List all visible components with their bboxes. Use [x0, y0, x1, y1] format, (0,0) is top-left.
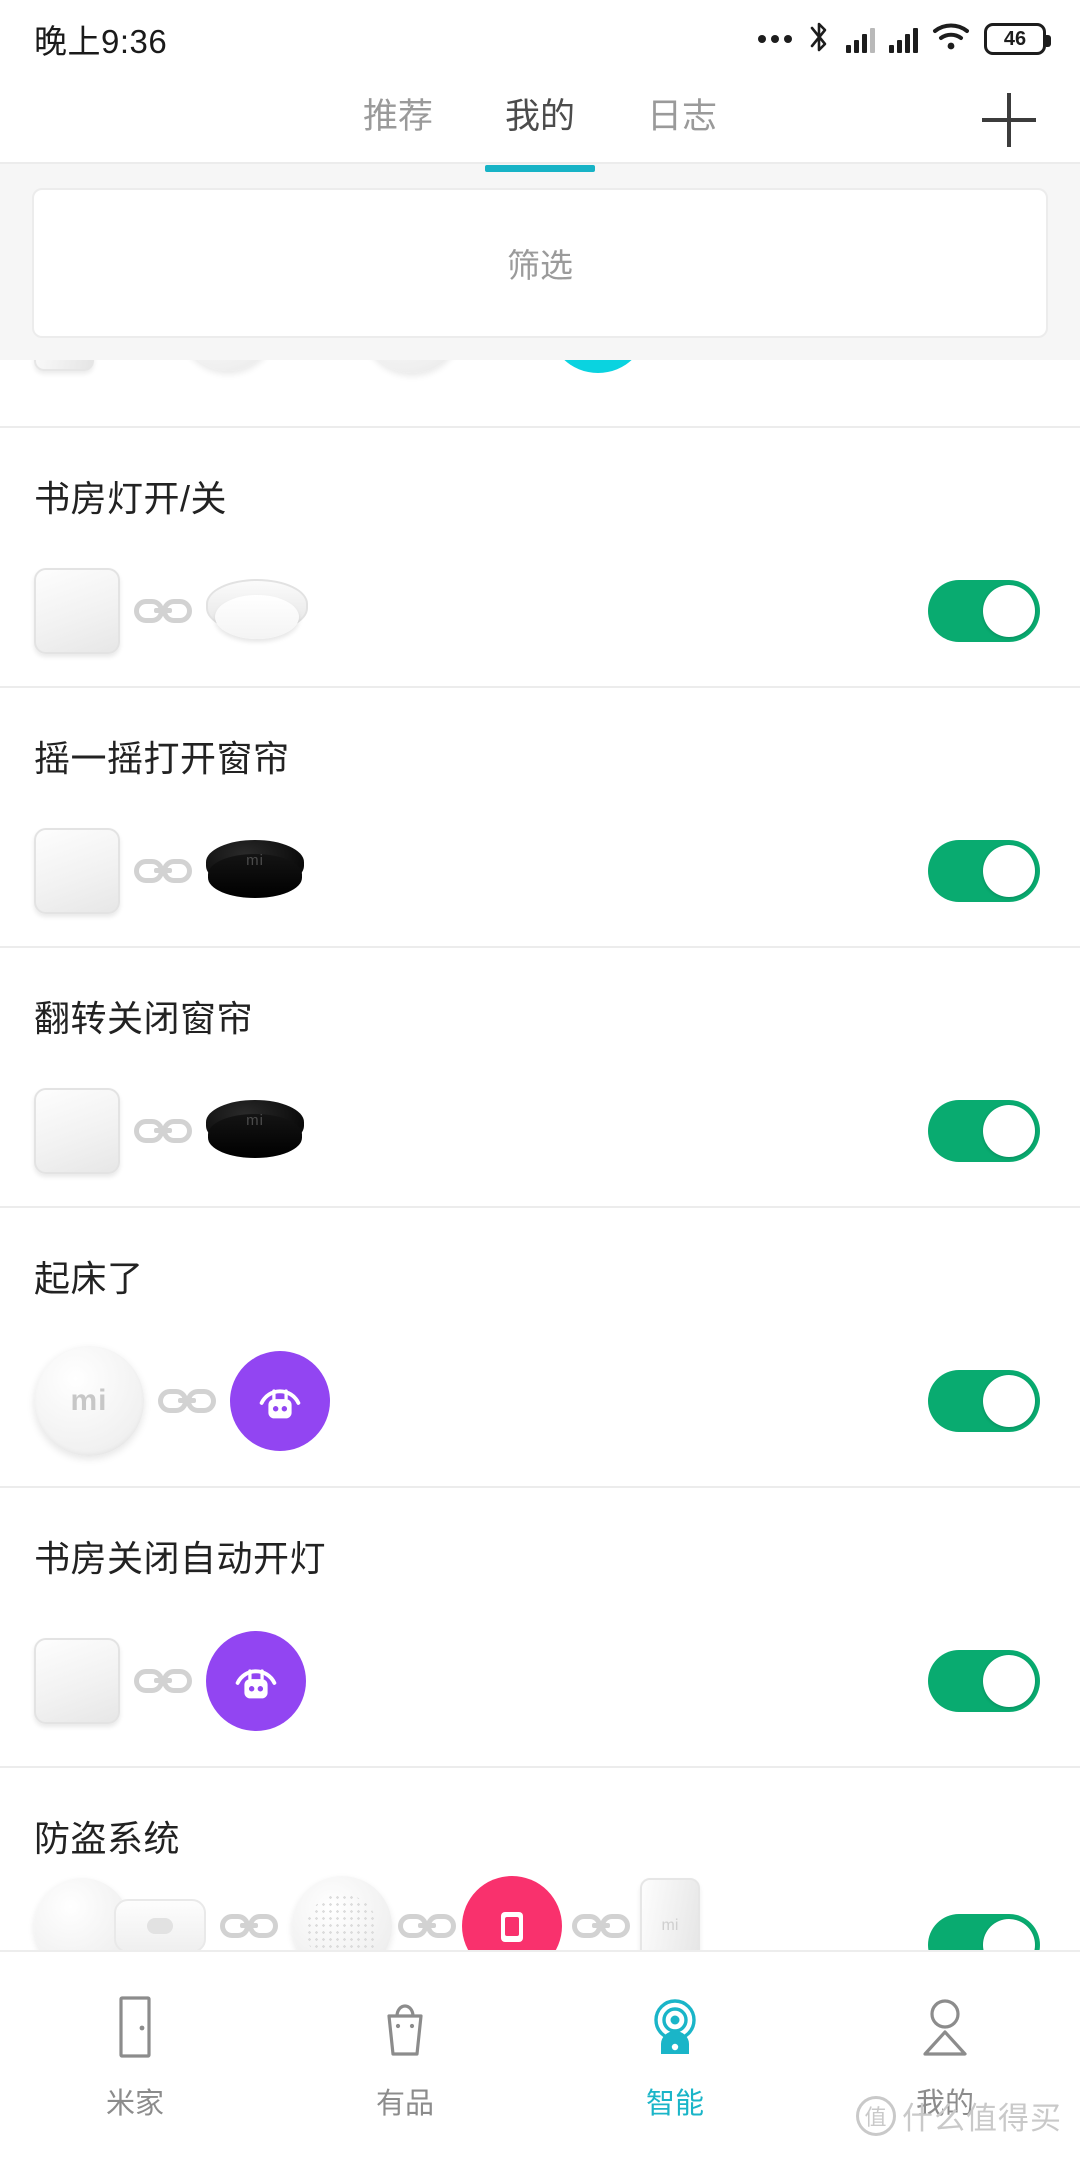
- cyan-circle-icon: [548, 360, 648, 373]
- nav-label: 智能: [645, 2088, 704, 2120]
- scene-toggle[interactable]: [928, 1100, 1040, 1162]
- sensor-round-icon: [180, 360, 276, 371]
- black-puck-icon: mi: [206, 840, 304, 902]
- device-chain: mi: [34, 1346, 330, 1456]
- nav-item-smart[interactable]: 智能: [540, 1990, 810, 2122]
- scene-row[interactable]: 书房灯开/关: [0, 428, 1080, 686]
- scene-title: 起床了: [34, 1258, 144, 1299]
- link-icon: [398, 1906, 456, 1946]
- nav-label: 我的: [915, 2088, 974, 2120]
- scene-title: 翻转关闭窗帘: [34, 998, 254, 1039]
- device-chain: mi: [34, 828, 304, 914]
- shopping-bag-icon: [375, 1990, 435, 2064]
- signal-bars-icon: [846, 25, 875, 53]
- link-icon: [220, 1906, 278, 1946]
- filter-band: 筛选: [0, 164, 1080, 360]
- person-icon: [915, 1990, 975, 2064]
- signal-bars-icon: [889, 25, 918, 53]
- nav-item-profile[interactable]: 我的: [810, 1990, 1080, 2122]
- more-dots-icon: [758, 35, 792, 43]
- tab-mine[interactable]: 我的: [484, 96, 596, 172]
- device-chain: [34, 1631, 306, 1731]
- device-chain: [34, 568, 308, 654]
- mi-button-icon: mi: [34, 1346, 144, 1456]
- ceiling-lamp-icon: [206, 579, 308, 643]
- link-icon: [572, 1906, 630, 1946]
- wifi-icon: [932, 22, 970, 57]
- nav-item-mijia[interactable]: 米家: [0, 1990, 270, 2122]
- status-bar: 晚上9:36 46: [0, 0, 1080, 78]
- black-puck-icon: mi: [206, 1100, 304, 1162]
- camera-icon: [645, 1990, 705, 2064]
- bottom-navigation: 米家 有品 智能 我的: [0, 1950, 1080, 2160]
- link-icon: [134, 1111, 192, 1151]
- scene-title: 书房关闭自动开灯: [34, 1538, 327, 1579]
- ai-assistant-icon: [206, 1631, 306, 1731]
- tab-list: 推荐 我的 日志: [355, 96, 725, 172]
- status-bar-icons: 46: [758, 20, 1051, 59]
- nav-label: 有品: [375, 2088, 434, 2120]
- status-bar-time: 晚上9:36: [34, 23, 168, 60]
- small-pill-icon: [114, 1899, 206, 1953]
- link-icon: [134, 1661, 192, 1701]
- battery-icon: 46: [984, 23, 1051, 55]
- scene-row[interactable]: 摇一摇打开窗帘 mi: [0, 688, 1080, 946]
- bluetooth-icon: [806, 20, 832, 59]
- scene-title: 书房灯开/关: [34, 478, 228, 519]
- scene-toggle[interactable]: [928, 580, 1040, 642]
- nav-label: 米家: [105, 2088, 164, 2120]
- scene-title: 摇一摇打开窗帘: [34, 738, 290, 779]
- tab-recommended[interactable]: 推荐: [355, 96, 441, 144]
- wall-switch-icon: [34, 568, 120, 654]
- scene-list: mi 书房灯开/关 摇一摇打开窗帘: [0, 360, 1080, 1972]
- ai-assistant-icon: [230, 1351, 330, 1451]
- link-icon: [134, 851, 192, 891]
- wall-switch-icon: [34, 1088, 120, 1174]
- scene-toggle[interactable]: [928, 1650, 1040, 1712]
- nav-item-youpin[interactable]: 有品: [270, 1990, 540, 2122]
- wall-switch-icon: [34, 828, 120, 914]
- wall-switch-icon: [34, 1638, 120, 1724]
- door-icon: [105, 1990, 165, 2064]
- sensor-mesh-icon: [362, 360, 462, 373]
- link-icon: [158, 1381, 216, 1421]
- filter-button[interactable]: 筛选: [32, 188, 1048, 338]
- scene-title: 防盗系统: [34, 1818, 181, 1859]
- scene-row[interactable]: 防盗系统 mi: [0, 1768, 1080, 1972]
- scene-toggle[interactable]: [928, 840, 1040, 902]
- header-tabbar: 推荐 我的 日志: [0, 78, 1080, 172]
- scene-toggle[interactable]: [928, 1370, 1040, 1432]
- scene-row[interactable]: 翻转关闭窗帘 mi: [0, 948, 1080, 1206]
- tab-log[interactable]: 日志: [639, 96, 725, 144]
- plug-device-icon: mi: [34, 360, 94, 371]
- device-chain: mi: [34, 360, 648, 373]
- link-icon: [134, 591, 192, 631]
- scene-row[interactable]: 起床了 mi: [0, 1208, 1080, 1486]
- add-scene-button[interactable]: [982, 93, 1036, 147]
- scene-row[interactable]: 书房关闭自动开灯: [0, 1488, 1080, 1766]
- device-chain: mi: [34, 1088, 304, 1174]
- scene-row-clipped-top[interactable]: mi: [0, 360, 1080, 426]
